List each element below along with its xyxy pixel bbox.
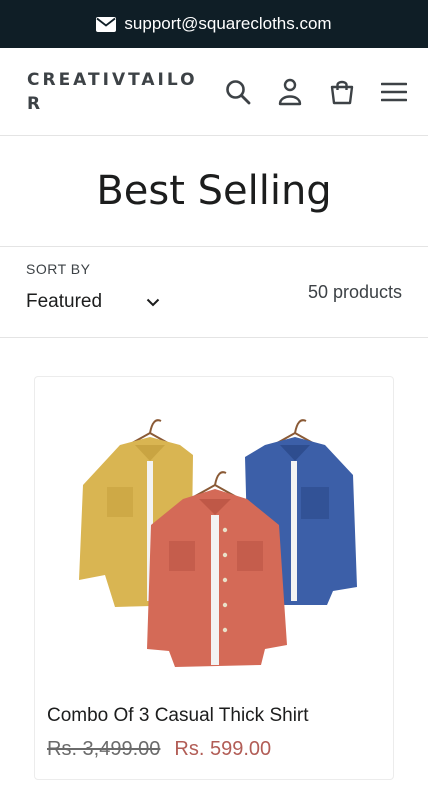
page-title: Best Selling	[96, 168, 332, 214]
collection-filters: SORT BY Featured 50 products	[0, 247, 428, 338]
collection-header: Best Selling	[0, 136, 428, 247]
mail-icon	[96, 16, 117, 32]
chevron-down-icon	[146, 298, 160, 306]
product-grid: Combo Of 3 Casual Thick Shirt Rs. 3,499.…	[0, 338, 428, 780]
announcement-bar[interactable]: support@squarecloths.com	[0, 0, 428, 48]
search-icon	[226, 79, 251, 104]
support-email[interactable]: support@squarecloths.com	[124, 14, 331, 34]
sort-select[interactable]: Featured	[26, 291, 160, 313]
site-header: CREATIVTAILOR	[0, 48, 428, 136]
account-icon	[278, 78, 302, 105]
sort-group: SORT BY Featured	[26, 261, 160, 337]
cart-button[interactable]	[328, 78, 356, 106]
product-image[interactable]	[65, 395, 365, 685]
sort-label: SORT BY	[26, 261, 91, 277]
product-title[interactable]: Combo Of 3 Casual Thick Shirt	[47, 705, 309, 727]
account-button[interactable]	[276, 78, 304, 106]
compare-price: Rs. 3,499.00	[47, 738, 161, 760]
sale-price: Rs. 599.00	[174, 738, 272, 760]
sort-value: Featured	[26, 291, 103, 312]
search-button[interactable]	[224, 78, 252, 106]
cart-icon	[330, 80, 354, 104]
product-prices: Rs. 3,499.00 Rs. 599.00	[47, 738, 271, 761]
product-card[interactable]: Combo Of 3 Casual Thick Shirt Rs. 3,499.…	[34, 376, 394, 780]
menu-icon	[381, 82, 407, 101]
menu-button[interactable]	[380, 78, 408, 106]
product-count: 50 products	[307, 282, 402, 302]
header-icons	[224, 78, 408, 106]
site-logo[interactable]: CREATIVTAILOR	[27, 68, 207, 116]
